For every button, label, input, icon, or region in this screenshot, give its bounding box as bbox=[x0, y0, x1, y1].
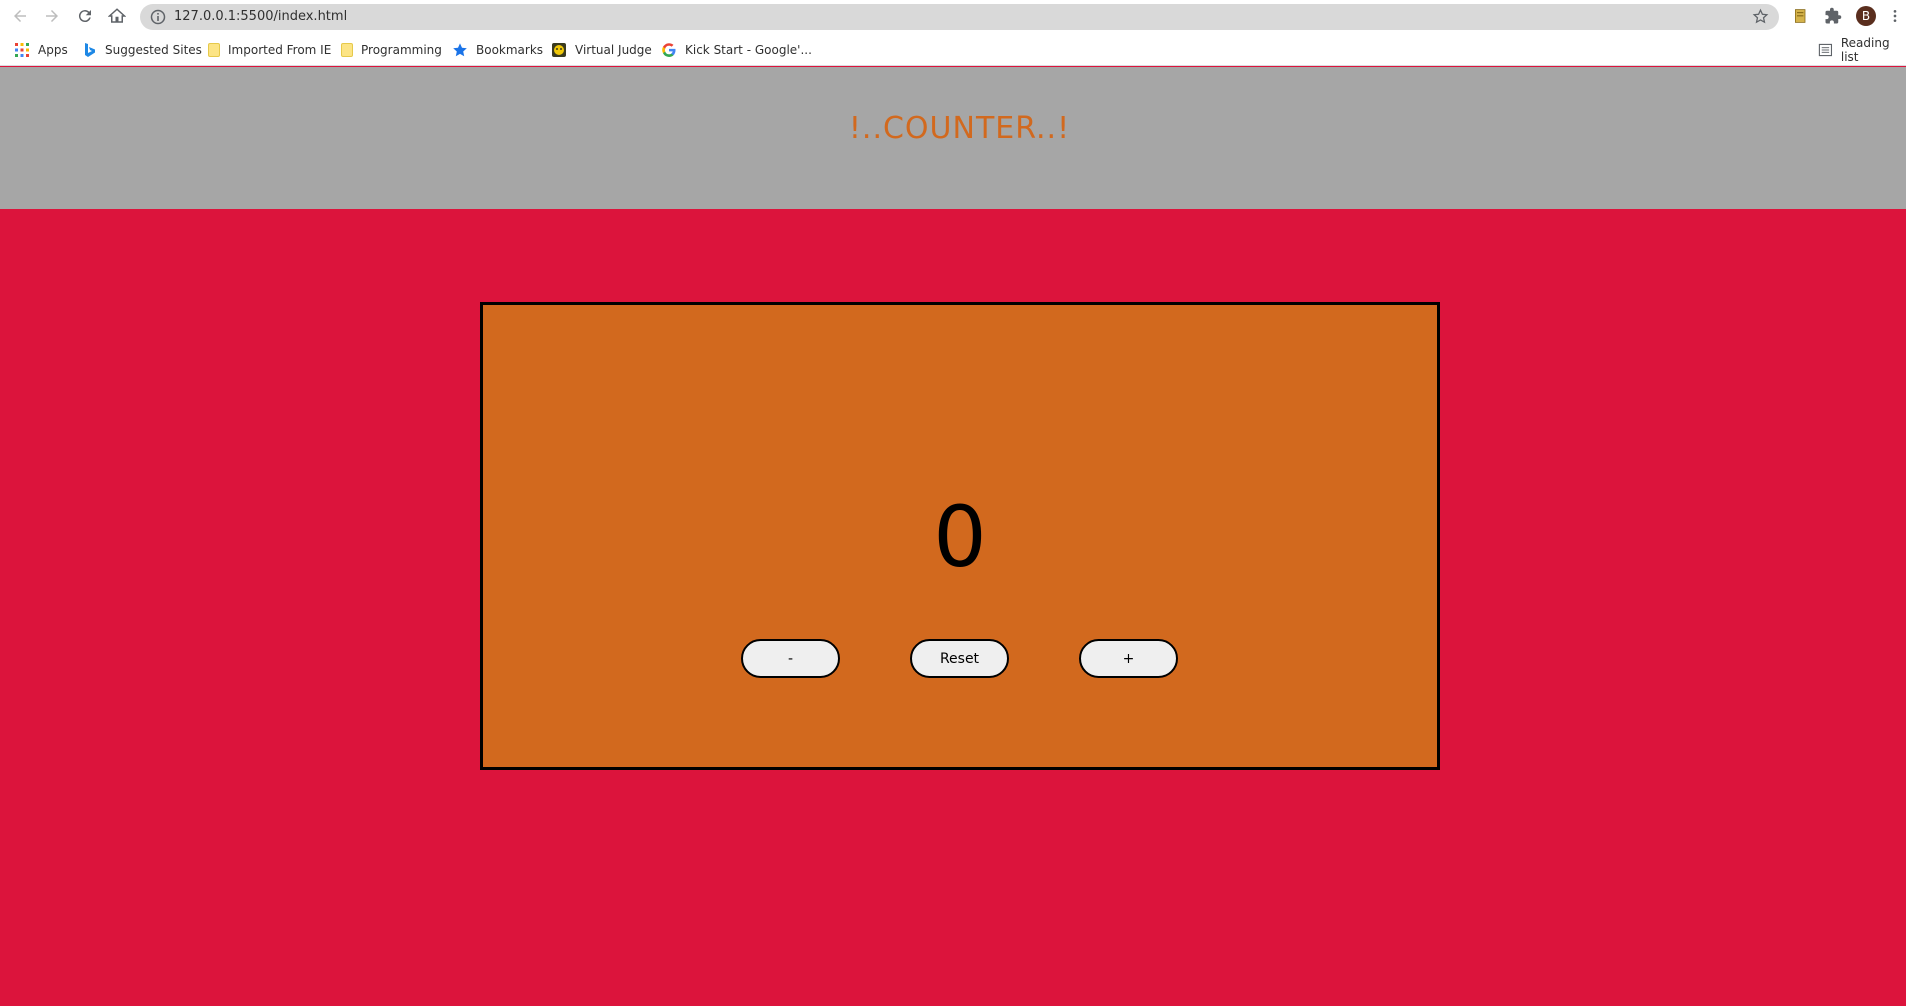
bing-icon bbox=[85, 43, 95, 57]
extension-note-icon[interactable] bbox=[1791, 6, 1811, 26]
profile-avatar[interactable]: B bbox=[1856, 6, 1876, 26]
counter-value: 0 bbox=[933, 488, 987, 586]
bookmark-label: Kick Start - Google'... bbox=[685, 43, 812, 57]
google-icon bbox=[662, 43, 676, 57]
bookmarks-bar: Apps Suggested Sites Imported From IE Pr… bbox=[0, 33, 1906, 66]
address-bar[interactable]: 127.0.0.1:5500/index.html bbox=[140, 4, 1779, 30]
page-header: !..COUNTER..! bbox=[0, 67, 1906, 209]
bookmark-star-icon[interactable] bbox=[1752, 8, 1769, 25]
forward-arrow-icon[interactable] bbox=[40, 4, 64, 28]
menu-kebab-icon[interactable] bbox=[1889, 6, 1901, 26]
counter-card: 0 - Reset + bbox=[480, 302, 1440, 770]
home-icon[interactable] bbox=[105, 4, 129, 28]
reading-list-label: Reading list bbox=[1840, 36, 1890, 64]
info-icon[interactable] bbox=[150, 9, 166, 25]
star-icon bbox=[453, 43, 467, 57]
reset-button[interactable]: Reset bbox=[910, 639, 1009, 678]
bookmark-apps[interactable]: Apps bbox=[14, 40, 68, 60]
bookmark-label: Programming bbox=[361, 43, 442, 57]
reload-icon[interactable] bbox=[73, 4, 97, 28]
bookmark-label: Suggested Sites bbox=[105, 43, 202, 57]
url-text[interactable]: 127.0.0.1:5500/index.html bbox=[174, 9, 347, 24]
reading-list-icon bbox=[1818, 43, 1833, 57]
browser-toolbar: 127.0.0.1:5500/index.html B bbox=[0, 0, 1906, 33]
reading-list-button[interactable]: Reading list bbox=[1818, 36, 1906, 64]
virtual-judge-icon bbox=[552, 43, 566, 57]
bookmark-label: Apps bbox=[38, 43, 68, 57]
folder-icon bbox=[208, 43, 220, 57]
bookmark-programming[interactable]: Programming bbox=[341, 40, 442, 60]
decrement-button[interactable]: - bbox=[741, 639, 840, 678]
bookmark-label: Bookmarks bbox=[476, 43, 544, 57]
apps-grid-icon bbox=[15, 43, 29, 57]
page-title: !..COUNTER..! bbox=[848, 111, 1071, 146]
folder-icon bbox=[341, 43, 353, 57]
back-arrow-icon[interactable] bbox=[8, 4, 32, 28]
bookmark-label: Virtual Judge bbox=[575, 43, 652, 57]
bookmark-label: Imported From IE bbox=[228, 43, 332, 57]
bookmark-kick-start[interactable]: Kick Start - Google'... bbox=[661, 40, 812, 60]
increment-button[interactable]: + bbox=[1079, 639, 1178, 678]
bookmark-bookmarks[interactable]: Bookmarks bbox=[452, 40, 543, 60]
bookmark-virtual-judge[interactable]: Virtual Judge bbox=[551, 40, 652, 60]
bookmark-suggested-sites[interactable]: Suggested Sites bbox=[81, 40, 202, 60]
extensions-puzzle-icon[interactable] bbox=[1823, 6, 1843, 26]
bookmark-imported-from-ie[interactable]: Imported From IE bbox=[208, 40, 331, 60]
